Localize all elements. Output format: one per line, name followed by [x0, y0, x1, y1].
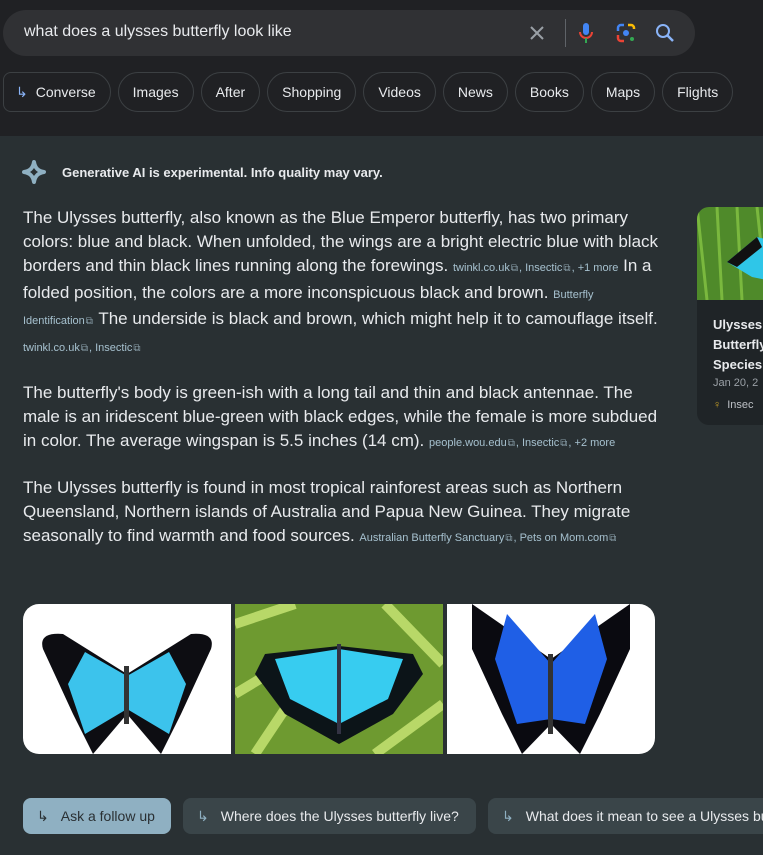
external-link-icon: ⧉ — [560, 438, 568, 449]
suggested-question[interactable]: ↳ What does it mean to see a Ulysses bu — [488, 798, 763, 834]
tab-label: Converse — [35, 84, 96, 100]
image-strip — [23, 604, 655, 754]
search-tabs: ↳ Converse Images After Shopping Videos N… — [3, 72, 734, 112]
tab-maps[interactable]: Maps — [590, 72, 656, 112]
ai-notice: Generative AI is experimental. Info qual… — [22, 160, 383, 184]
text: The underside is black and brown, which … — [98, 309, 658, 328]
card-thumbnail — [697, 207, 763, 301]
tab-news[interactable]: News — [442, 72, 508, 112]
butterfly-image-1[interactable] — [23, 604, 231, 754]
butterfly-image-2[interactable] — [235, 604, 443, 754]
external-link-icon: ⧉ — [563, 263, 571, 274]
tab-images[interactable]: Images — [117, 72, 194, 112]
external-link-icon: ⧉ — [609, 533, 617, 544]
more-citations-link[interactable]: +2 more — [575, 437, 616, 449]
more-citations-link[interactable]: +1 more — [578, 262, 619, 274]
search-icon[interactable] — [653, 21, 677, 45]
source-name: Insec — [727, 399, 754, 411]
question-label: Where does the Ulysses butterfly live? — [220, 808, 459, 824]
tab-after[interactable]: After — [200, 72, 261, 112]
lens-icon[interactable] — [614, 21, 638, 45]
search-box[interactable]: what does a ulysses butterfly look like — [3, 10, 695, 56]
external-link-icon: ⧉ — [505, 533, 513, 544]
external-link-icon: ⧉ — [85, 316, 93, 327]
citation-link[interactable]: Australian Butterfly Sanctuary — [359, 532, 504, 544]
search-input[interactable]: what does a ulysses butterfly look like — [24, 23, 292, 41]
external-link-icon: ⧉ — [507, 438, 515, 449]
paragraph: The butterfly's body is green-ish with a… — [23, 383, 658, 450]
question-label: What does it mean to see a Ulysses bu — [525, 808, 763, 824]
button-label: Ask a follow up — [60, 808, 155, 824]
reply-arrow-icon: ↳ — [16, 83, 28, 100]
notice-text: Generative AI is experimental. Info qual… — [62, 164, 383, 180]
card-title: Ulysses Butterfly Species — [713, 317, 763, 372]
ai-overview: Generative AI is experimental. Info qual… — [0, 136, 763, 855]
reply-arrow-icon: ↳ — [37, 807, 49, 824]
citation-link[interactable]: Insectic — [525, 262, 562, 274]
paragraph: The Ulysses butterfly is found in most t… — [23, 478, 631, 545]
ask-follow-up-button[interactable]: ↳ Ask a follow up — [23, 798, 171, 834]
paragraph: The Ulysses butterfly, also known as the… — [23, 208, 659, 354]
external-link-icon: ⧉ — [133, 343, 141, 354]
citation-link[interactable]: Pets on Mom.com — [520, 532, 609, 544]
card-date: Jan 20, 2 — [713, 377, 759, 389]
tab-converse[interactable]: ↳ Converse — [3, 72, 111, 112]
external-link-icon: ⧉ — [510, 263, 518, 274]
tab-shopping[interactable]: Shopping — [267, 72, 357, 112]
divider — [565, 19, 566, 47]
tab-books[interactable]: Books — [514, 72, 584, 112]
suggested-question[interactable]: ↳ Where does the Ulysses butterfly live? — [183, 798, 476, 834]
butterfly-image-3[interactable] — [447, 604, 655, 754]
clear-icon[interactable] — [525, 21, 549, 45]
citation-link[interactable]: twinkl.co.uk — [23, 342, 80, 354]
sparkle-icon — [22, 160, 46, 184]
citation-link[interactable]: Insectic — [522, 437, 559, 449]
microphone-icon[interactable] — [574, 21, 598, 45]
tab-videos[interactable]: Videos — [363, 72, 436, 112]
tab-flights[interactable]: Flights — [662, 72, 734, 112]
reply-arrow-icon: ↳ — [197, 807, 209, 824]
card-source: ♀ Insec — [713, 399, 754, 411]
ai-answer: The Ulysses butterfly, also known as the… — [23, 206, 663, 571]
external-link-icon: ⧉ — [80, 343, 88, 354]
source-card[interactable]: Ulysses Butterfly Species Jan 20, 2 ♀ Ins… — [697, 207, 763, 425]
source-favicon: ♀ — [713, 399, 722, 411]
citation-link[interactable]: twinkl.co.uk — [453, 262, 510, 274]
reply-arrow-icon: ↳ — [502, 807, 514, 824]
citation-link[interactable]: Insectic — [95, 342, 132, 354]
citation-link[interactable]: people.wou.edu — [429, 437, 507, 449]
